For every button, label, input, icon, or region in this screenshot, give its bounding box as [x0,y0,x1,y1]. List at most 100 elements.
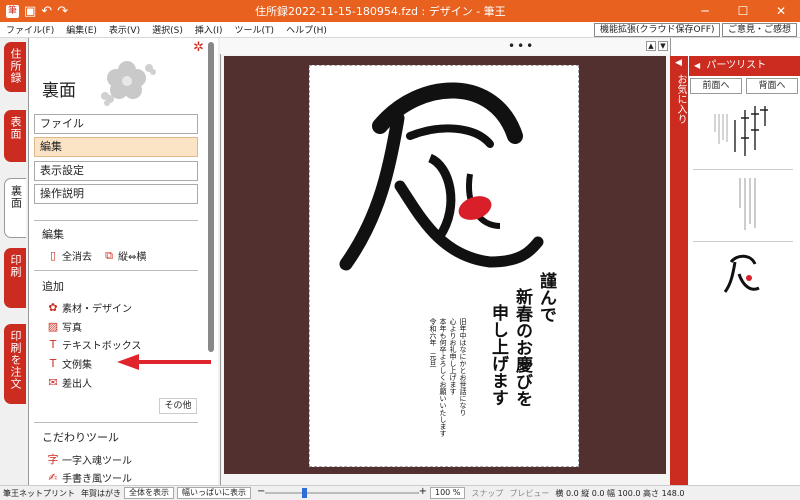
menu-bar: ファイル(F) 編集(E) 表示(V) 選択(S) 挿入(I) ツール(T) ヘ… [0,22,800,38]
menu-insert[interactable]: 挿入(I) [189,23,229,36]
handwriting-tool-button[interactable]: ✍ 手書き風ツール [47,470,132,485]
add-phrase-button[interactable]: T 文例集 [47,356,92,371]
app-status: 筆王ネットプリント [3,488,75,498]
add-textbox-button[interactable]: T テキストボックス [47,337,142,352]
nav-edit-button[interactable]: 編集 [34,137,198,157]
send-back-button[interactable]: 背面へ [746,78,798,94]
divider [34,220,198,221]
phrase-book-icon: T [49,357,57,370]
maximize-icon[interactable]: ☐ [724,0,762,22]
save-icon[interactable]: ▣ [24,5,36,18]
part-text-thumbnail [739,178,756,230]
plum-flower-icon [101,61,156,106]
minimize-icon[interactable]: ─ [686,0,724,22]
paper-type: 年賀はがき [81,488,121,498]
body-line-1: 旧年中はなにかとお世話になり [459,318,467,416]
window-title: 住所録2022-11-15-180954.fzd : デザイン - 筆王 [255,5,506,18]
textbox-icon: T [49,338,57,351]
part-greeting-item[interactable] [693,100,793,170]
one-char-tool-button[interactable]: 字 一字入魂ツール [47,451,133,467]
zoom-thumb[interactable] [301,488,307,498]
fit-width-button[interactable]: 幅いっぱいに表示 [177,487,251,499]
body-line-4: 令和六年 元旦 [429,318,437,367]
greeting-line-1: 謹んで [536,272,556,323]
add-material-label: 素材・デザイン [62,304,132,315]
position-metrics: 横 0.0 縦 0.0 幅 100.0 高さ 148.0 [555,488,685,498]
scroll-down-icon[interactable]: ▼ [658,41,668,51]
postcard[interactable]: 謹んで 新春のお慶びを 申し上げます 旧年中はなにかとお世話になり 心よりお礼申… [309,65,579,467]
body-line-3: 本年も何卒よろしくお願いいたします [439,318,447,437]
menu-file[interactable]: ファイル(F) [0,23,60,36]
other-button[interactable]: その他 [159,398,197,414]
more-icon[interactable]: ••• [508,39,535,53]
window-controls: ─ ☐ ✕ [686,0,800,22]
design-toolbar: ••• ▲ ▼ [220,38,670,54]
collapse-arrow-icon[interactable]: ◀ [694,61,700,70]
menu-select[interactable]: 選択(S) [146,23,189,36]
greeting-line-3: 申し上げます [488,304,508,406]
menu-edit[interactable]: 編集(E) [60,23,103,36]
clear-page-icon: ▯ [49,249,57,262]
bring-front-button[interactable]: 前面へ [690,78,742,94]
fit-all-button[interactable]: 全体を表示 [124,487,174,499]
one-char-tool-icon: 字 [47,453,59,466]
orientation-toggle-button[interactable]: ⧉ 縦⇔横 [103,248,146,264]
feature-extension-button[interactable]: 機能拡張(クラウド保存OFF) [594,23,721,37]
divider [34,270,198,271]
handwriting-tool-icon: ✍ [48,471,58,484]
favorites-tab[interactable]: ◀ お気に入り [670,56,688,485]
tab-back[interactable]: 裏面 [4,178,26,238]
greeting-line-2: 新春のお慶びを [512,288,532,407]
part-greeting-thumbnail [714,106,768,156]
panel-heading: 裏面 [42,81,76,101]
favorites-label: お気に入り [675,74,686,124]
add-textbox-label: テキストボックス [62,341,142,352]
menu-help[interactable]: ヘルプ(H) [280,23,333,36]
nav-display-settings-button[interactable]: 表示設定 [34,161,198,181]
parts-list-header: ◀ パーツリスト [689,56,800,76]
menu-view[interactable]: 表示(V) [103,23,146,36]
zoom-slider[interactable]: − + [257,486,427,499]
clear-all-label: 全消去 [62,252,92,263]
part-dragon-thumbnail [723,254,760,293]
undo-icon[interactable]: ↶ [41,5,52,18]
photo-icon: ▨ [47,320,59,333]
tab-print-order[interactable]: 印刷を注文 [4,324,26,404]
parts-list-title: パーツリスト [706,60,767,71]
tab-address-book[interactable]: 住所録 [4,42,26,92]
add-sender-button[interactable]: ✉ 差出人 [47,375,92,390]
back-side-panel: ✲ 裏面 ファイル 編集 表示設定 操作説明 編集 ▯ 全消去 ⧉ 縦⇔横 追加… [28,38,218,485]
app-logo-icon: 筆 [6,4,19,18]
preview-toggle[interactable]: プレビュー [509,488,549,499]
divider [34,422,198,423]
close-icon[interactable]: ✕ [762,0,800,22]
nav-instructions-button[interactable]: 操作説明 [34,184,198,204]
title-bar: 筆 ▣ ↶ ↷ 住所録2022-11-15-180954.fzd : デザイン … [0,0,800,22]
handwriting-tool-label: 手書き風ツール [62,474,132,485]
scroll-up-icon[interactable]: ▲ [646,41,656,51]
redo-icon[interactable]: ↷ [57,5,68,18]
menu-tools[interactable]: ツール(T) [229,23,281,36]
nav-file-button[interactable]: ファイル [34,114,198,134]
one-char-tool-label: 一字入魂ツール [62,455,132,467]
panel-scrollbar[interactable] [208,42,214,352]
parts-list [689,98,798,485]
add-phrase-label: 文例集 [62,360,92,371]
tab-front[interactable]: 表面 [4,110,26,162]
part-text-item[interactable] [693,172,793,242]
zoom-level: 100 % [430,487,466,499]
add-material-design-button[interactable]: ✿ 素材・デザイン [47,300,132,315]
zoom-track [265,492,419,494]
tab-print[interactable]: 印刷 [4,248,26,308]
zoom-in-icon[interactable]: + [419,486,427,497]
section-add-label: 追加 [42,280,64,293]
feedback-button[interactable]: ご意見・ご感想 [722,23,798,37]
gear-icon[interactable]: ✲ [193,40,204,55]
status-bar: 筆王ネットプリント 年賀はがき 全体を表示 幅いっぱいに表示 − + 100 %… [0,485,800,500]
collapse-icon[interactable]: ◀ [675,58,682,68]
snap-toggle[interactable]: スナップ [471,488,503,499]
clear-all-button[interactable]: ▯ 全消去 [47,248,92,263]
part-dragon-item[interactable] [693,244,793,314]
mode-tabs: 住所録 表面 裏面 印刷 印刷を注文 [0,38,28,485]
add-photo-button[interactable]: ▨ 写真 [47,319,82,334]
